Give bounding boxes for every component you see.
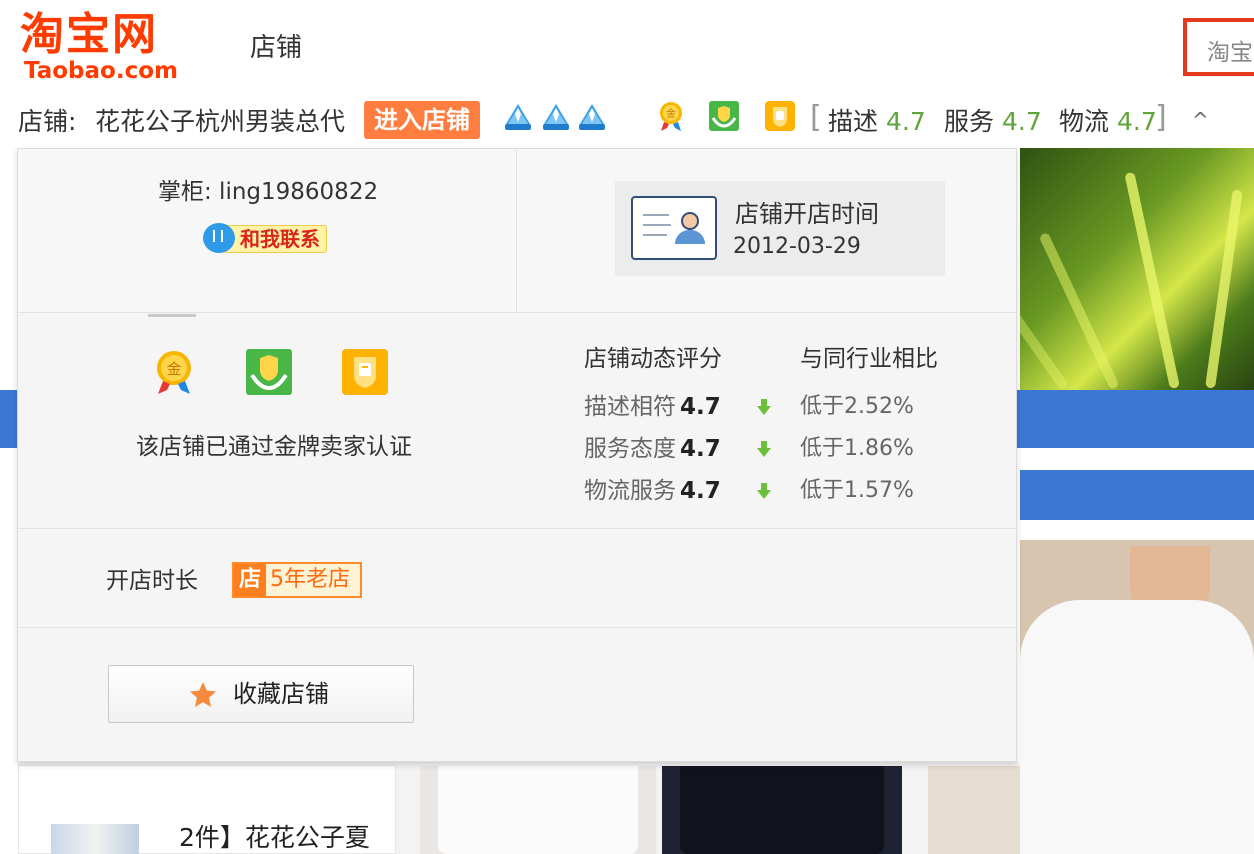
card-body [675, 230, 705, 244]
tab-shop[interactable]: 店铺 [250, 30, 302, 66]
score-value: 4.7 [680, 478, 721, 504]
product-image-white-tee[interactable] [420, 766, 656, 854]
shop-badge-icon: 店 [234, 564, 266, 596]
rating-service: 服务 4.7 [944, 106, 1042, 138]
rating-value: 4.7 [1002, 107, 1042, 136]
open-date-value: 2012-03-29 [733, 234, 861, 259]
score-row-logistics: 物流服务 4.7 [584, 476, 721, 506]
product-thumbnail[interactable] [51, 824, 139, 854]
tee-shape [438, 766, 638, 854]
banner-stripe-white [1020, 520, 1254, 540]
shop-label: 店铺: [18, 107, 77, 136]
shop-keeper-id: 掌柜: ling19860822 [158, 179, 379, 205]
compare-service: 低于1.86% [800, 436, 914, 461]
industry-compare-heading: 与同行业相比 [800, 346, 938, 372]
svg-text:金: 金 [166, 360, 181, 378]
gold-seller-cert-text: 该店铺已通过金牌卖家认证 [136, 434, 412, 460]
score-label: 物流服务 [584, 478, 676, 504]
compare-description: 低于2.52% [800, 394, 914, 419]
contact-me-label: 和我联系 [223, 225, 327, 253]
rating-bracket-open: [ [810, 100, 822, 135]
compare-logistics: 低于1.57% [800, 478, 914, 503]
popup-duration-section: 开店时长 店 5年老店 [18, 530, 1016, 628]
section-tick [148, 314, 196, 317]
logo-english: Taobao.com [24, 58, 178, 84]
product-image-navy-tee[interactable] [662, 766, 902, 854]
id-card-icon [631, 196, 717, 260]
shop-open-date-card: 店铺开店时间 2012-03-29 [615, 181, 945, 276]
grass-blade [1205, 189, 1243, 389]
popup-rating-section: 金 该店铺已通过金牌卖家认证 店铺动态评分 与同行业相比 描述相符 4.7 低于2… [18, 314, 1016, 529]
crown-icon [543, 104, 569, 130]
grass-photo [1020, 148, 1254, 391]
shop-info-popup: 掌柜: ling19860822 和我联系 店铺开店时间 2012-03-29 … [17, 148, 1017, 762]
rating-description: 描述 4.7 [828, 106, 926, 138]
banner-stripe-white [1020, 448, 1254, 470]
open-date-title: 店铺开店时间 [735, 200, 879, 228]
crown-icon [579, 104, 605, 130]
shield-hands-icon[interactable] [708, 100, 740, 132]
contact-me-button[interactable]: 和我联系 [203, 221, 333, 255]
arrow-down-icon [757, 399, 771, 415]
white-tshirt-image [1020, 600, 1254, 854]
card-line [643, 214, 669, 216]
gold-medal-icon[interactable]: 金 [150, 348, 198, 396]
product-card[interactable]: 2件】花花公子夏 [18, 765, 396, 854]
crown-icon [505, 104, 531, 130]
dynamic-score-heading: 店铺动态评分 [584, 346, 722, 372]
rating-label: 服务 [944, 107, 995, 136]
banner-stripe [1020, 390, 1254, 448]
score-label: 服务态度 [584, 436, 676, 462]
favorite-shop-button[interactable]: 收藏店铺 [108, 665, 414, 723]
card-face [681, 212, 699, 230]
bell-shield-icon[interactable] [341, 348, 389, 396]
search-placeholder: 淘宝 [1207, 40, 1253, 66]
star-icon [190, 682, 216, 707]
rating-label: 描述 [828, 107, 879, 136]
card-line [643, 234, 667, 236]
favorite-shop-label: 收藏店铺 [233, 680, 329, 708]
seller-level-crowns [502, 100, 612, 136]
shop-duration-badge: 店 5年老店 [232, 562, 362, 598]
section-divider [516, 149, 517, 313]
arrow-down-icon [757, 483, 771, 499]
gold-medal-icon[interactable]: 金 [655, 100, 687, 132]
search-input[interactable]: 淘宝 [1183, 18, 1254, 76]
score-row-service: 服务态度 4.7 [584, 434, 721, 464]
grass-blade [1124, 171, 1180, 390]
shop-info-bar: 店铺: 花花公子杭州男装总代 进入店铺 金 [ 描述 4.7 服务 4.7 物流 4.… [0, 96, 1254, 148]
shop-duration-value: 5年老店 [270, 567, 350, 592]
svg-text:金: 金 [666, 107, 676, 120]
rating-label: 物流 [1059, 107, 1110, 136]
collapse-chevron-up-icon[interactable]: ^ [1192, 108, 1209, 132]
product-image-model[interactable] [928, 766, 1020, 854]
score-value: 4.7 [680, 394, 721, 420]
shop-name-link[interactable]: 花花公子杭州男装总代 [95, 106, 345, 138]
rating-value: 4.7 [1117, 107, 1157, 136]
arrow-down-icon [757, 441, 771, 457]
chat-bubble-icon [203, 223, 235, 253]
score-value: 4.7 [680, 436, 721, 462]
site-header: 淘宝网 Taobao.com 店铺 淘宝 [0, 0, 1254, 96]
score-label: 描述相符 [584, 394, 676, 420]
banner-stripe [1020, 470, 1254, 520]
rating-logistics: 物流 4.7 [1059, 106, 1157, 138]
enter-shop-button[interactable]: 进入店铺 [364, 101, 480, 139]
logo-chinese: 淘宝网 [20, 9, 158, 60]
grass-blade [1020, 278, 1070, 391]
product-title[interactable]: 2件】花花公子夏 [179, 818, 370, 854]
shield-hands-icon[interactable] [245, 348, 293, 396]
tee-shape [680, 766, 884, 854]
shop-duration-label: 开店时长 [106, 568, 198, 594]
score-row-description: 描述相符 4.7 [584, 392, 721, 422]
rating-bracket-close: ] [1155, 100, 1167, 135]
popup-owner-section: 掌柜: ling19860822 和我联系 店铺开店时间 2012-03-29 [18, 149, 1016, 313]
card-line [643, 224, 671, 226]
bell-shield-icon[interactable] [764, 100, 796, 132]
taobao-logo[interactable]: 淘宝网 Taobao.com [18, 10, 200, 86]
banner-image-right [1020, 148, 1254, 854]
rating-value: 4.7 [886, 107, 926, 136]
